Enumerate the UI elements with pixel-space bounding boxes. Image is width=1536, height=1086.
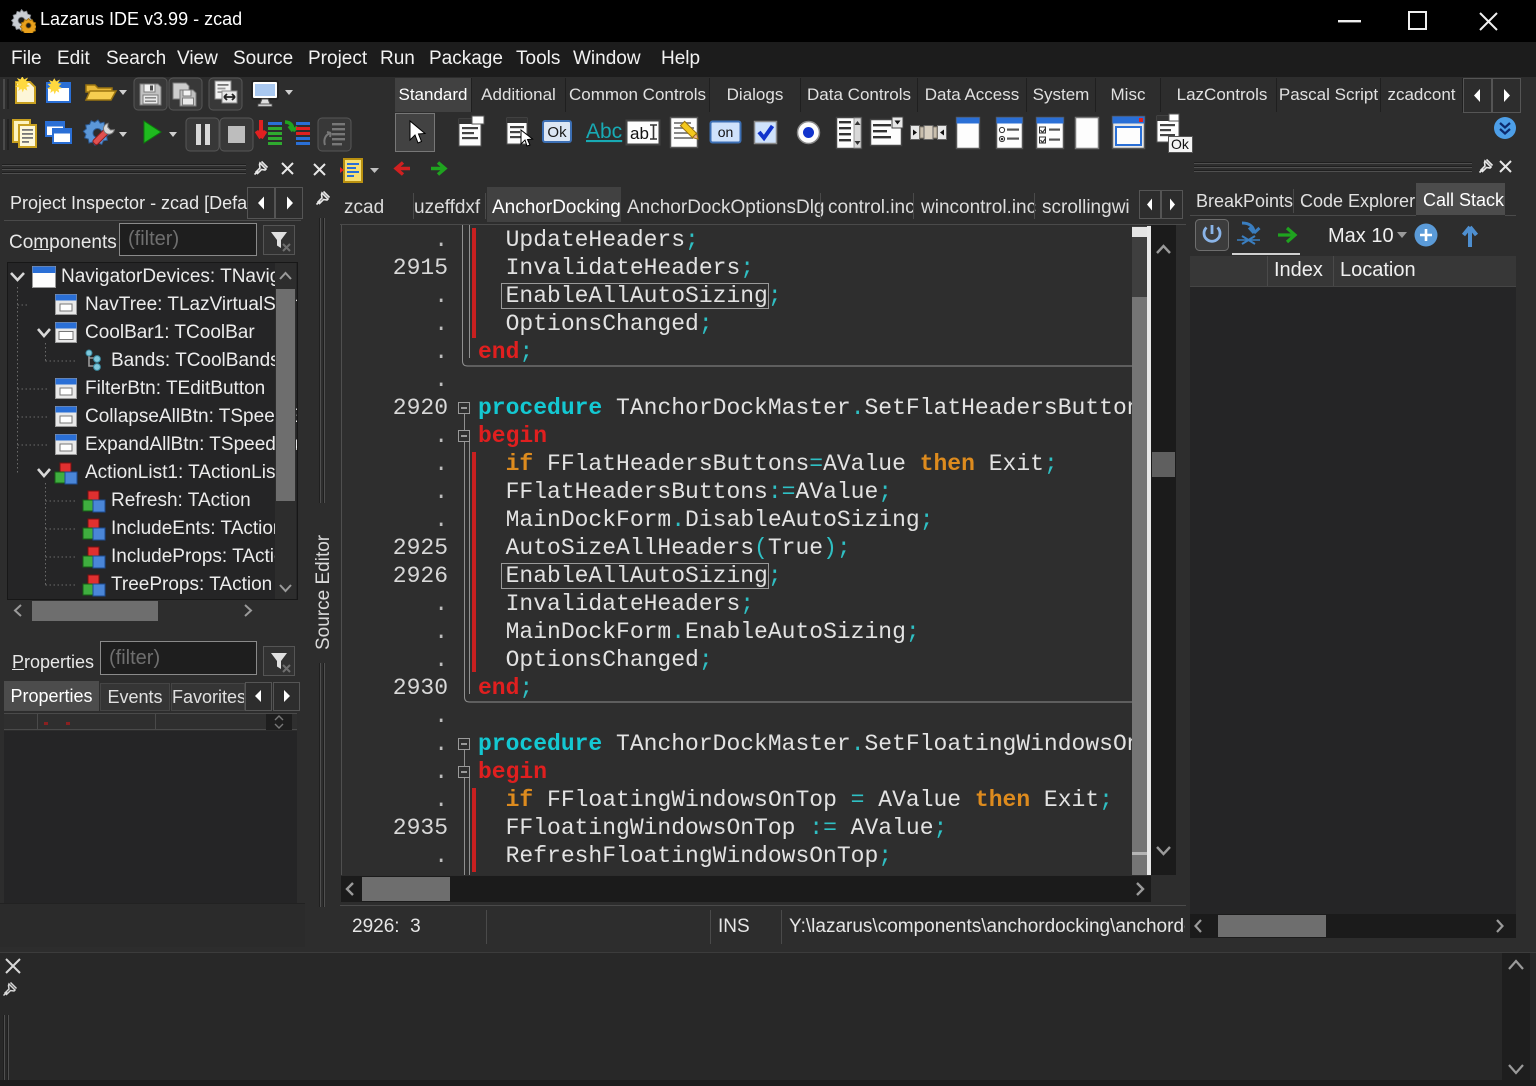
- svg-text:Source Editor: Source Editor: [313, 534, 334, 650]
- svg-text:Ok: Ok: [547, 124, 567, 141]
- svg-text:ab: ab: [630, 124, 649, 143]
- svg-text:Max 10: Max 10: [1328, 225, 1394, 247]
- svg-text:on: on: [718, 124, 734, 140]
- svg-text:Ok: Ok: [1171, 136, 1190, 152]
- svg-text:Abc: Abc: [586, 120, 622, 143]
